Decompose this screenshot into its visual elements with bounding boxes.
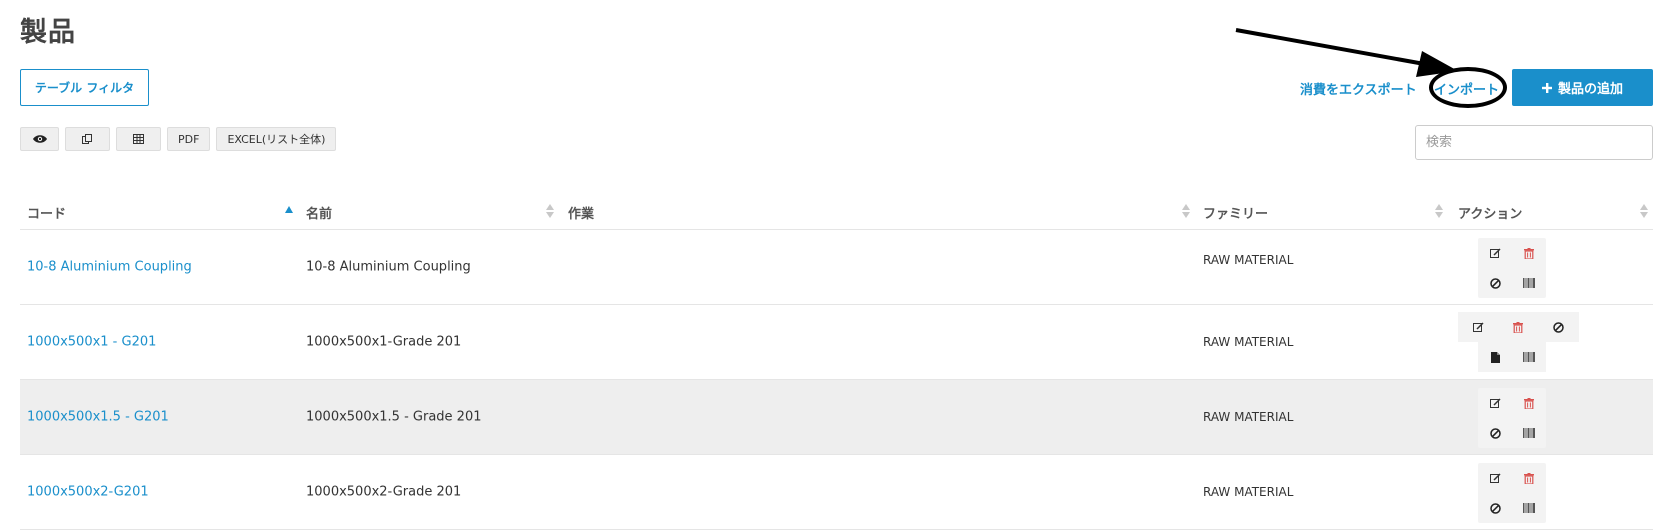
product-family: RAW MATERIAL [1203,335,1294,349]
column-header-work[interactable]: 作業 [568,203,594,222]
product-code-link[interactable]: 1000x500x1 - G201 [27,335,156,350]
edit-icon[interactable] [1478,463,1512,493]
copy-icon [82,133,92,144]
trash-icon[interactable] [1512,463,1546,493]
barcode-icon[interactable] [1512,342,1546,372]
export-consumption-link[interactable]: 消費をエクスポート [1300,79,1417,98]
trash-icon[interactable] [1512,388,1546,418]
edit-icon[interactable] [1478,238,1512,268]
add-product-label: 製品の追加 [1557,82,1623,97]
export-tool-row: PDF EXCEL(リスト全体) [20,127,337,151]
product-code-link[interactable]: 1000x500x1.5 - G201 [27,410,169,425]
ban-icon[interactable] [1538,312,1579,342]
csv-button[interactable] [116,127,161,151]
row-actions [1478,238,1546,298]
search-input[interactable] [1415,125,1653,160]
column-header-name[interactable]: 名前 [306,203,332,222]
table-header: コード 名前 作業 ファミリー アクション [20,192,1653,230]
excel-button[interactable]: EXCEL(リスト全体) [216,127,337,151]
product-name: 1000x500x1.5 - Grade 201 [306,409,482,425]
annotation-arrow [1235,28,1458,77]
product-family: RAW MATERIAL [1203,252,1294,267]
column-header-code[interactable]: コード [27,203,66,222]
product-family: RAW MATERIAL [1203,485,1294,499]
page-title: 製品 [20,17,76,48]
sort-asc-icon[interactable] [285,206,293,213]
table-row: 1000x500x2-G201 1000x500x2-Grade 201 RAW… [20,455,1653,530]
column-header-actions[interactable]: アクション [1458,203,1522,222]
copy-button[interactable] [65,127,110,151]
row-actions-bottom [1478,342,1546,372]
row-actions [1478,388,1546,448]
column-header-family[interactable]: ファミリー [1203,203,1268,222]
products-table: コード 名前 作業 ファミリー アクション 10-8 Aluminium Cou… [20,192,1653,530]
sort-icon[interactable] [546,204,554,220]
product-name: 1000x500x1-Grade 201 [306,334,462,350]
table-filter-button[interactable]: テーブル フィルタ [20,69,149,106]
table-row: 1000x500x1.5 - G201 1000x500x1.5 - Grade… [20,380,1653,455]
ban-icon[interactable] [1478,268,1512,298]
product-name: 10-8 Aluminium Coupling [306,259,471,275]
product-code-link[interactable]: 1000x500x2-G201 [27,485,149,500]
eye-icon [32,135,47,143]
edit-icon[interactable] [1458,312,1498,342]
edit-icon[interactable] [1478,388,1512,418]
row-actions [1478,463,1546,523]
table-icon [133,134,144,144]
barcode-icon[interactable] [1512,418,1546,448]
sort-icon[interactable] [1435,204,1443,220]
barcode-icon[interactable] [1512,268,1546,298]
file-icon[interactable] [1478,342,1512,372]
trash-icon[interactable] [1512,238,1546,268]
ban-icon[interactable] [1478,493,1512,523]
row-actions-top [1458,312,1579,342]
import-link[interactable]: インポート [1434,79,1499,98]
trash-icon[interactable] [1498,312,1538,342]
product-family: RAW MATERIAL [1203,410,1294,424]
table-row: 10-8 Aluminium Coupling 10-8 Aluminium C… [20,230,1653,305]
barcode-icon[interactable] [1512,493,1546,523]
pdf-button[interactable]: PDF [167,127,211,151]
plus-icon [1541,82,1552,93]
sort-icon[interactable] [1182,204,1190,220]
sort-icon[interactable] [1640,204,1648,220]
table-row: 1000x500x1 - G201 1000x500x1-Grade 201 R… [20,305,1653,380]
product-code-link[interactable]: 10-8 Aluminium Coupling [27,260,192,275]
column-visibility-button[interactable] [20,127,59,151]
add-product-button[interactable]: 製品の追加 [1512,69,1653,106]
product-name: 1000x500x2-Grade 201 [306,484,462,500]
ban-icon[interactable] [1478,418,1512,448]
